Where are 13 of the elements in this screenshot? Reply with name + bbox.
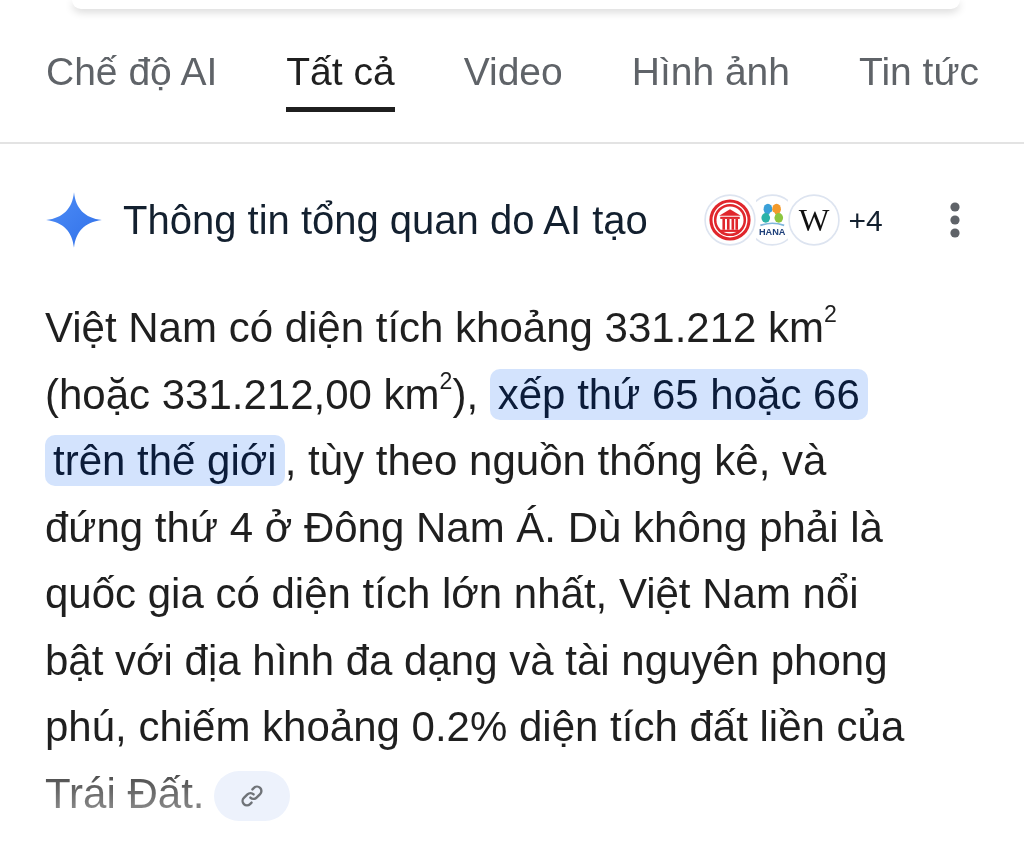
tab[interactable]: Tất cả (286, 49, 395, 112)
source-logo-icon[interactable] (703, 194, 756, 246)
tab[interactable]: Tin tức (859, 49, 980, 112)
tab[interactable]: Video (463, 49, 563, 112)
tab[interactable]: Hình ảnh (631, 49, 790, 112)
overview-title: Thông tin tổng quan do AI tạo (123, 197, 648, 244)
menu-icon (948, 200, 962, 240)
source-logo-icon[interactable]: W (788, 194, 841, 246)
overview-paragraph: Việt Nam có diện tích khoảng 331.212 km$^{2}$ (hoặc 331.212,00 km$^{2}$), xếp thứ 65 hoặc 66 trên thế giới , tùy theo nguồn thống kê, và đứng thứ 4 ở Đông Nam Á. Dù không phải là quốc gia có diện tích lớn nhất, Việt Nam nổi bật với địa hình đa dạng và tài nguyên phong phú, chiếm khoảng 0.2% diện tích đất liền của Trái Đất. (45, 300, 906, 819)
more-sources-count: +4 (848, 202, 883, 239)
more-options-button[interactable] (948, 200, 962, 240)
source-link-button[interactable] (214, 771, 291, 822)
tab[interactable]: Chế độ AI (46, 49, 218, 112)
